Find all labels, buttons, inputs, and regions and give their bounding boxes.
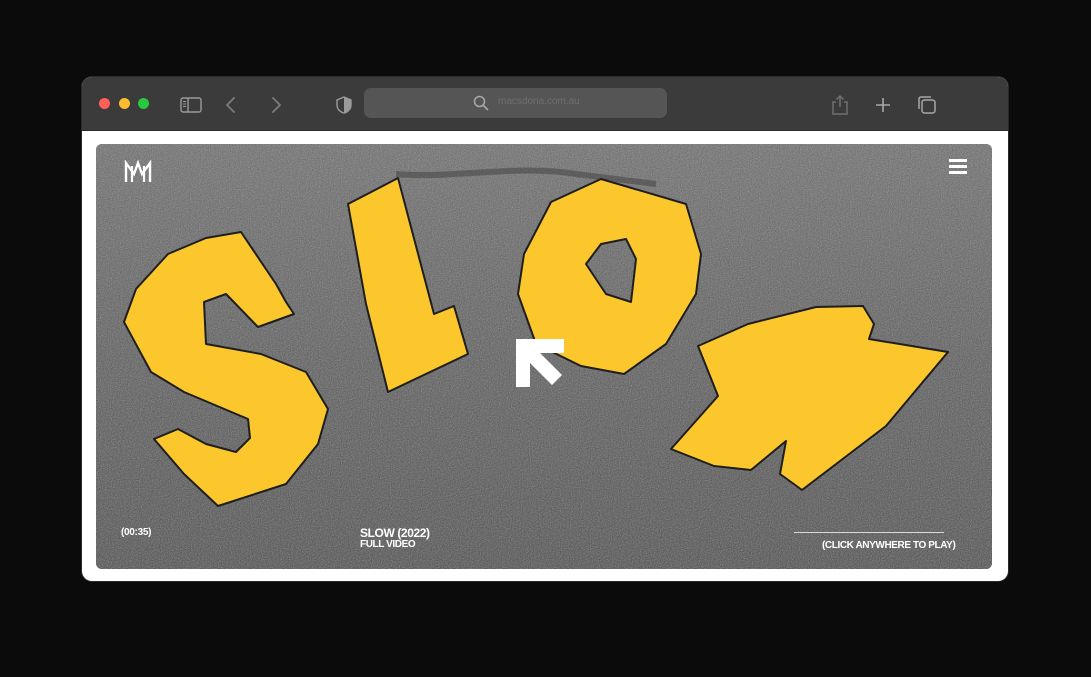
zoom-window-button[interactable] — [138, 98, 149, 109]
address-bar[interactable]: macsdona.com.au — [364, 88, 667, 118]
play-prompt[interactable]: (CLICK ANYWHERE TO PLAY) — [822, 540, 956, 551]
address-url: macsdona.com.au — [498, 96, 580, 107]
video-title-block: SLOW (2022) FULL VIDEO — [360, 527, 430, 550]
new-tab-icon[interactable] — [871, 94, 895, 116]
tab-overview-icon[interactable] — [915, 94, 939, 116]
arrow-cursor-icon — [516, 339, 564, 387]
progress-line — [794, 532, 944, 533]
close-window-button[interactable] — [99, 98, 110, 109]
hamburger-menu-icon[interactable] — [949, 159, 967, 177]
video-duration: (00:35) — [121, 527, 152, 538]
privacy-shield-icon[interactable] — [332, 94, 356, 116]
video-player[interactable]: (00:35) SLOW (2022) FULL VIDEO (CLICK AN… — [96, 144, 992, 569]
browser-window: macsdona.com.au (00:35) SLOW (2022) FULL… — [82, 77, 1008, 581]
back-icon[interactable] — [219, 94, 243, 116]
share-icon[interactable] — [828, 94, 852, 116]
video-title: SLOW (2022) — [360, 526, 430, 540]
browser-toolbar: macsdona.com.au — [82, 77, 1008, 131]
minimize-window-button[interactable] — [119, 98, 130, 109]
site-logo[interactable] — [124, 160, 152, 184]
search-icon — [473, 95, 489, 111]
forward-icon[interactable] — [264, 94, 288, 116]
sidebar-toggle-icon[interactable] — [179, 94, 203, 116]
video-subtitle: FULL VIDEO — [360, 539, 416, 550]
